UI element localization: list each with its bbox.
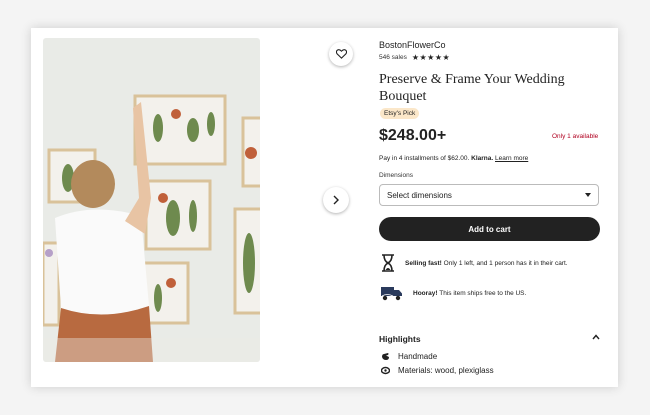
- highlight-item: Materials: wood, plexiglass: [381, 366, 494, 375]
- free-shipping-notice: Hooray! This item ships free to the US.: [381, 285, 526, 301]
- highlight-item: Handmade: [381, 352, 437, 361]
- dimensions-select[interactable]: Select dimensions: [379, 184, 599, 206]
- highlight-materials: Materials: wood, plexiglass: [398, 366, 494, 375]
- dimensions-label: Dimensions: [379, 172, 413, 179]
- hourglass-icon: [382, 254, 394, 272]
- chevron-up-icon: [592, 334, 600, 340]
- highlights-toggle[interactable]: [592, 333, 600, 343]
- dimensions-select-value: Select dimensions: [387, 190, 452, 200]
- klarna-financing: Pay in 4 installments of $62.00. Klarna.…: [379, 155, 528, 162]
- klarna-brand: Klarna.: [471, 155, 494, 162]
- shop-name-link[interactable]: BostonFlowerCo: [379, 40, 446, 50]
- klarna-learn-more-link[interactable]: Learn more: [495, 155, 528, 162]
- shipping-text: This item ships free to the US.: [439, 289, 527, 297]
- shop-rating[interactable]: 546 sales ★★★★★: [379, 53, 450, 62]
- add-to-cart-button[interactable]: Add to cart: [379, 217, 600, 241]
- etsys-pick-badge: Etsy's Pick: [380, 108, 420, 119]
- product-price: $248.00+: [379, 127, 447, 144]
- chevron-right-icon: [333, 195, 339, 205]
- caret-down-icon: [585, 193, 591, 197]
- product-photo-illustration: [43, 38, 260, 362]
- selling-fast-label: Selling fast!: [405, 259, 442, 267]
- hand-icon: [382, 353, 389, 360]
- product-title: Preserve & Frame Your Wedding Bouquet: [379, 72, 565, 104]
- selling-fast-notice: Selling fast! Only 1 left, and 1 person …: [381, 254, 568, 272]
- next-image-button[interactable]: [323, 187, 349, 213]
- favorite-button[interactable]: [329, 42, 353, 66]
- selling-fast-text: Only 1 left, and 1 person has it in thei…: [443, 259, 568, 267]
- star-rating-icon: ★★★★★: [411, 53, 451, 62]
- shipping-label: Hooray!: [413, 289, 438, 297]
- availability-text: Only 1 available: [552, 133, 599, 140]
- product-image[interactable]: [43, 38, 260, 362]
- highlights-heading[interactable]: Highlights: [379, 334, 421, 344]
- truck-icon: [381, 287, 402, 301]
- highlight-handmade: Handmade: [398, 352, 438, 361]
- heart-icon: [335, 49, 347, 59]
- sales-count: 546 sales: [379, 54, 407, 61]
- product-card: BostonFlowerCo 546 sales ★★★★★ Preserve …: [31, 28, 618, 387]
- materials-icon: [381, 366, 390, 375]
- klarna-text: Pay in 4 installments of $62.00.: [379, 155, 470, 162]
